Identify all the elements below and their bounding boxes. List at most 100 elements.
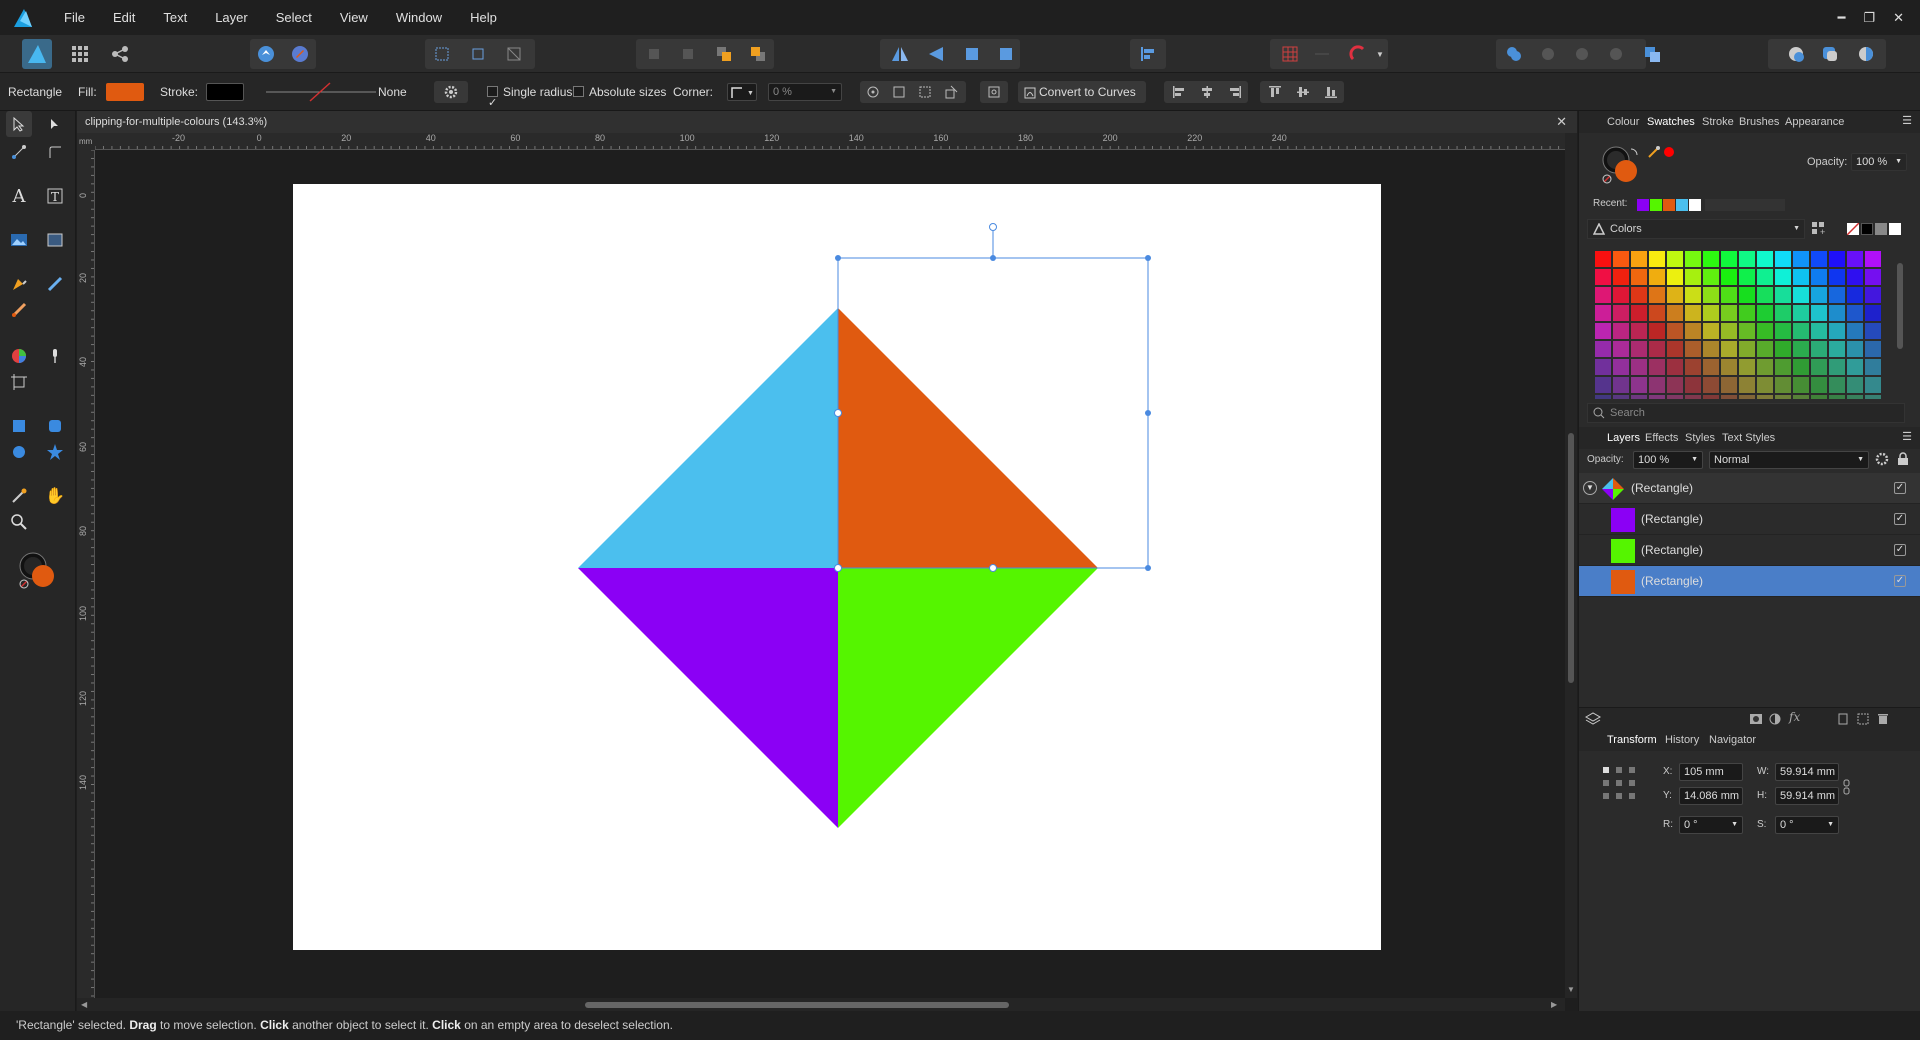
group-layers-icon[interactable] <box>1857 713 1869 725</box>
align-icon[interactable] <box>1136 42 1160 66</box>
boolean-xor-icon[interactable] <box>1604 42 1628 66</box>
select-all-icon[interactable] <box>430 42 454 66</box>
palette-swatch[interactable] <box>1631 269 1647 285</box>
palette-swatch[interactable] <box>1865 269 1881 285</box>
palette-swatch[interactable] <box>1811 359 1827 375</box>
fill-tool-icon[interactable] <box>6 343 32 369</box>
palette-swatch[interactable] <box>1595 341 1611 357</box>
scroll-left-icon[interactable]: ◀ <box>81 1000 87 1009</box>
palette-swatch[interactable] <box>1721 323 1737 339</box>
corner-tool-icon[interactable] <box>6 139 32 165</box>
palette-swatch[interactable] <box>1703 395 1719 399</box>
affinity-designer-logo[interactable] <box>12 7 34 29</box>
palette-swatch[interactable] <box>1703 323 1719 339</box>
layer-visibility-checkbox[interactable]: ✓ <box>1894 575 1906 587</box>
palette-swatch[interactable] <box>1865 323 1881 339</box>
palette-swatch[interactable] <box>1793 251 1809 267</box>
palette-swatch[interactable] <box>1721 395 1737 399</box>
horizontal-scroll-thumb[interactable] <box>585 1002 1009 1008</box>
swatch-grid[interactable] <box>1595 251 1885 399</box>
expand-group-icon[interactable]: ▼ <box>1583 481 1597 495</box>
menu-edit[interactable]: Edit <box>99 0 149 35</box>
palette-swatch[interactable] <box>1649 305 1665 321</box>
add-layer-icon[interactable] <box>1837 713 1849 725</box>
palette-swatch[interactable] <box>1829 287 1845 303</box>
palette-swatch[interactable] <box>1847 251 1863 267</box>
vector-crop-tool-icon[interactable] <box>42 227 68 253</box>
palette-swatch[interactable] <box>1631 305 1647 321</box>
palette-swatch[interactable] <box>1721 341 1737 357</box>
palette-swatch[interactable] <box>1685 341 1701 357</box>
vector-brush-tool-icon[interactable] <box>6 297 32 323</box>
palette-swatch[interactable] <box>1757 341 1773 357</box>
menu-window[interactable]: Window <box>382 0 456 35</box>
palette-swatch[interactable] <box>1667 377 1683 393</box>
palette-swatch[interactable] <box>1613 251 1629 267</box>
palette-swatch[interactable] <box>1847 359 1863 375</box>
move-back-icon[interactable] <box>642 42 666 66</box>
single-radius-checkbox[interactable]: Single radius <box>487 73 572 122</box>
palette-swatch[interactable] <box>1721 305 1737 321</box>
width-field[interactable]: 59.914 mm <box>1775 763 1839 781</box>
anchor-point-selector[interactable] <box>1601 765 1637 801</box>
artboard-tool-icon[interactable] <box>6 369 32 395</box>
grid-icon[interactable] <box>1278 42 1302 66</box>
palette-swatch[interactable] <box>1775 341 1791 357</box>
palette-swatch[interactable] <box>1757 395 1773 399</box>
move-tool-icon[interactable] <box>6 111 32 137</box>
recent-swatch[interactable] <box>1650 199 1662 211</box>
rectangle-tool-icon[interactable] <box>6 413 32 439</box>
palette-swatch[interactable] <box>1847 287 1863 303</box>
rotate-left-icon[interactable] <box>960 42 984 66</box>
boolean-intersect-icon[interactable] <box>1570 42 1594 66</box>
palette-swatch[interactable] <box>1739 323 1755 339</box>
select-none-icon[interactable] <box>466 42 490 66</box>
share-icon[interactable] <box>108 42 132 66</box>
bottom-left-triangle[interactable] <box>578 568 838 828</box>
palette-options-icon[interactable]: + <box>1811 221 1827 240</box>
transform-mode-icon[interactable] <box>918 85 932 102</box>
layer-visibility-checkbox[interactable]: ✓ <box>1894 513 1906 525</box>
palette-swatch[interactable] <box>1829 341 1845 357</box>
palette-swatch[interactable] <box>1829 251 1845 267</box>
palette-swatch[interactable] <box>1757 323 1773 339</box>
minimize-icon[interactable]: ━ <box>1838 10 1846 26</box>
palette-swatch[interactable] <box>1847 341 1863 357</box>
palette-swatch[interactable] <box>1703 269 1719 285</box>
palette-swatch[interactable] <box>1685 359 1701 375</box>
palette-swatch[interactable] <box>1667 359 1683 375</box>
swatch-scrollbar[interactable] <box>1897 251 1903 399</box>
designer-persona-icon[interactable] <box>22 39 52 69</box>
view-tool-icon[interactable]: ✋ <box>42 483 68 509</box>
palette-swatch[interactable] <box>1793 359 1809 375</box>
height-field[interactable]: 59.914 mm <box>1775 787 1839 805</box>
shear-field[interactable]: 0 ° ▼ <box>1775 816 1839 834</box>
palette-swatch[interactable] <box>1649 269 1665 285</box>
palette-swatch[interactable] <box>1649 341 1665 357</box>
palette-swatch[interactable] <box>1775 395 1791 399</box>
menu-view[interactable]: View <box>326 0 382 35</box>
palette-swatch[interactable] <box>1595 359 1611 375</box>
flip-horizontal-icon[interactable] <box>888 42 912 66</box>
palette-swatch[interactable] <box>1595 251 1611 267</box>
palette-swatch[interactable] <box>1685 287 1701 303</box>
bottom-right-triangle[interactable] <box>838 568 1098 828</box>
palette-swatch[interactable] <box>1793 341 1809 357</box>
palette-swatch[interactable] <box>1829 323 1845 339</box>
mask-layer-icon[interactable] <box>1749 713 1763 725</box>
layer-visibility-checkbox[interactable]: ✓ <box>1894 544 1906 556</box>
menu-text[interactable]: Text <box>149 0 201 35</box>
palette-swatch[interactable] <box>1703 287 1719 303</box>
layers-menu-icon[interactable]: ☰ <box>1902 430 1912 443</box>
palette-swatch[interactable] <box>1721 377 1737 393</box>
palette-swatch[interactable] <box>1811 341 1827 357</box>
align-right-icon[interactable] <box>1228 85 1242 102</box>
palette-swatch[interactable] <box>1775 377 1791 393</box>
recent-swatch[interactable] <box>1663 199 1675 211</box>
panel-menu-icon[interactable]: ☰ <box>1902 114 1912 127</box>
vertical-scrollbar[interactable]: ▼ <box>1565 133 1577 998</box>
palette-swatch[interactable] <box>1829 269 1845 285</box>
palette-swatch[interactable] <box>1703 359 1719 375</box>
fx-icon[interactable]: fx <box>1789 710 1800 724</box>
rotation-handle[interactable] <box>989 223 997 231</box>
